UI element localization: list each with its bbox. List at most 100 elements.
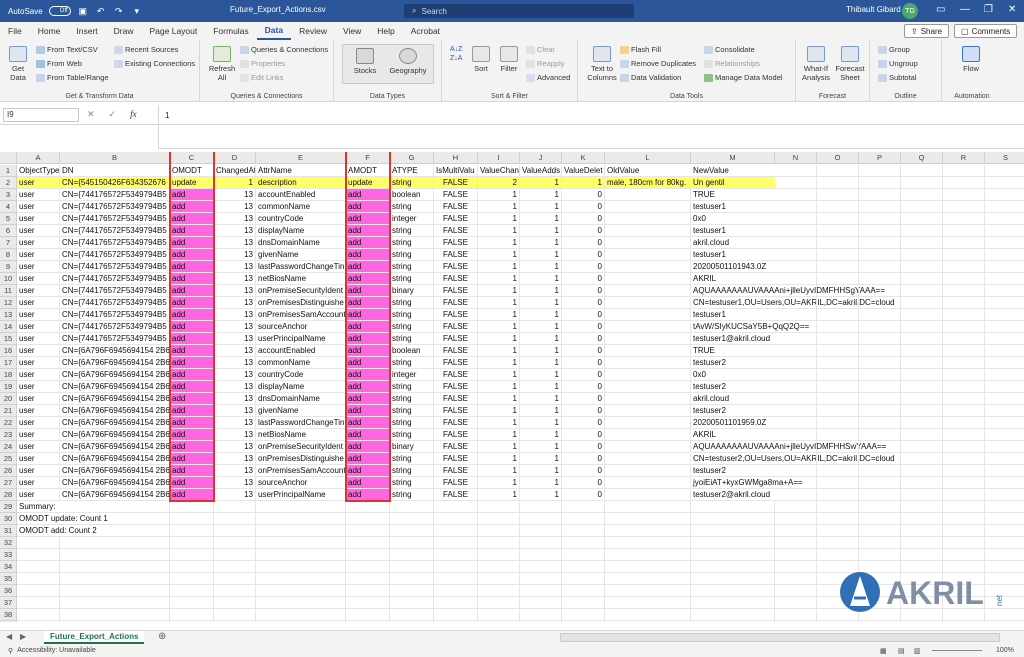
spreadsheet-grid[interactable]: A B C D E F G H I J K L M N O P Q R S 1 ObjectType DN OMODT Cha… bbox=[0, 152, 1024, 622]
grid-cell[interactable]: 0 bbox=[562, 189, 605, 201]
grid-cell[interactable]: 1 bbox=[478, 201, 520, 213]
grid-cell[interactable]: 0 bbox=[562, 249, 605, 261]
grid-cell[interactable]: 1 bbox=[478, 489, 520, 501]
grid-cell[interactable] bbox=[346, 549, 390, 561]
grid-cell[interactable]: NewValue bbox=[691, 165, 775, 177]
grid-cell[interactable]: 13 bbox=[214, 381, 256, 393]
grid-cell[interactable]: 1 bbox=[478, 309, 520, 321]
grid-cell[interactable] bbox=[17, 621, 60, 622]
add-sheet-icon[interactable]: ⊕ bbox=[158, 631, 166, 642]
grid-cell[interactable] bbox=[775, 321, 817, 333]
tab-help[interactable]: Help bbox=[369, 22, 402, 40]
row-header[interactable]: 11 bbox=[0, 285, 17, 297]
grid-cell[interactable] bbox=[775, 609, 817, 621]
grid-cell[interactable] bbox=[775, 441, 817, 453]
grid-cell[interactable] bbox=[817, 513, 859, 525]
grid-cell[interactable] bbox=[985, 525, 1024, 537]
grid-cell[interactable] bbox=[605, 525, 691, 537]
grid-cell[interactable]: 13 bbox=[214, 225, 256, 237]
grid-cell[interactable]: FALSE bbox=[434, 393, 478, 405]
grid-cell[interactable]: add bbox=[170, 477, 214, 489]
row-header[interactable]: 7 bbox=[0, 237, 17, 249]
grid-cell[interactable] bbox=[605, 273, 691, 285]
grid-cell[interactable]: add bbox=[346, 369, 390, 381]
grid-cell[interactable] bbox=[943, 297, 985, 309]
grid-cell[interactable]: add bbox=[346, 249, 390, 261]
subtotal-button[interactable]: Subtotal bbox=[878, 73, 917, 82]
grid-cell[interactable]: CN={6A796F6945694154 2B6 bbox=[60, 489, 170, 501]
column-header[interactable]: B bbox=[60, 152, 170, 164]
grid-cell[interactable]: 0 bbox=[562, 477, 605, 489]
grid-cell[interactable] bbox=[901, 213, 943, 225]
grid-cell[interactable] bbox=[605, 309, 691, 321]
grid-cell[interactable] bbox=[985, 369, 1024, 381]
grid-cell[interactable]: description bbox=[256, 177, 346, 189]
grid-cell[interactable]: testuser1 bbox=[691, 225, 775, 237]
grid-cell[interactable]: 1 bbox=[478, 393, 520, 405]
grid-cell[interactable]: CN={6A796F6945694154 2B6 bbox=[60, 477, 170, 489]
grid-cell[interactable] bbox=[985, 189, 1024, 201]
grid-cell[interactable] bbox=[256, 549, 346, 561]
name-box[interactable]: I9 bbox=[3, 107, 79, 122]
tab-file[interactable]: File bbox=[0, 22, 30, 40]
grid-cell[interactable] bbox=[214, 585, 256, 597]
grid-cell[interactable] bbox=[434, 621, 478, 622]
grid-cell[interactable]: add bbox=[170, 417, 214, 429]
grid-cell[interactable]: 1 bbox=[520, 453, 562, 465]
grid-cell[interactable] bbox=[985, 345, 1024, 357]
grid-cell[interactable] bbox=[985, 417, 1024, 429]
grid-cell[interactable] bbox=[901, 345, 943, 357]
grid-cell[interactable]: FALSE bbox=[434, 249, 478, 261]
grid-cell[interactable]: FALSE bbox=[434, 321, 478, 333]
grid-cell[interactable] bbox=[859, 537, 901, 549]
column-header[interactable]: A bbox=[17, 152, 60, 164]
grid-cell[interactable]: netBiosName bbox=[256, 273, 346, 285]
grid-cell[interactable] bbox=[817, 393, 859, 405]
grid-cell[interactable]: add bbox=[170, 369, 214, 381]
grid-cell[interactable] bbox=[985, 249, 1024, 261]
grid-cell[interactable] bbox=[605, 333, 691, 345]
tab-draw[interactable]: Draw bbox=[106, 22, 142, 40]
grid-cell[interactable] bbox=[346, 561, 390, 573]
prev-sheet-icon[interactable]: ◀ bbox=[6, 632, 12, 641]
grid-cell[interactable] bbox=[775, 297, 817, 309]
grid-cell[interactable] bbox=[901, 405, 943, 417]
grid-cell[interactable] bbox=[901, 549, 943, 561]
grid-cell[interactable] bbox=[985, 237, 1024, 249]
share-button[interactable]: ⇪ Share bbox=[904, 24, 950, 38]
column-header[interactable]: M bbox=[691, 152, 775, 164]
grid-cell[interactable] bbox=[434, 501, 478, 513]
grid-cell[interactable] bbox=[775, 285, 817, 297]
grid-cell[interactable] bbox=[605, 585, 691, 597]
grid-cell[interactable]: AKRIL bbox=[691, 429, 775, 441]
grid-cell[interactable] bbox=[170, 513, 214, 525]
row-header[interactable]: 18 bbox=[0, 369, 17, 381]
grid-cell[interactable] bbox=[214, 525, 256, 537]
grid-cell[interactable] bbox=[478, 561, 520, 573]
grid-cell[interactable] bbox=[985, 333, 1024, 345]
grid-cell[interactable]: string bbox=[390, 237, 434, 249]
grid-cell[interactable] bbox=[859, 273, 901, 285]
grid-cell[interactable]: 0 bbox=[562, 261, 605, 273]
grid-cell[interactable] bbox=[434, 597, 478, 609]
grid-cell[interactable] bbox=[691, 561, 775, 573]
grid-cell[interactable]: 1 bbox=[478, 441, 520, 453]
grid-cell[interactable]: boolean bbox=[390, 345, 434, 357]
grid-cell[interactable]: string bbox=[390, 381, 434, 393]
grid-cell[interactable] bbox=[775, 249, 817, 261]
grid-cell[interactable]: string bbox=[390, 417, 434, 429]
grid-cell[interactable] bbox=[943, 225, 985, 237]
grid-cell[interactable] bbox=[434, 525, 478, 537]
grid-cell[interactable]: add bbox=[170, 345, 214, 357]
grid-cell[interactable]: onPremisesSamAccount bbox=[256, 465, 346, 477]
undo-icon[interactable]: ↶ bbox=[95, 6, 107, 16]
grid-cell[interactable] bbox=[901, 249, 943, 261]
grid-cell[interactable] bbox=[605, 417, 691, 429]
grid-cell[interactable] bbox=[605, 381, 691, 393]
grid-cell[interactable]: testuser1 bbox=[691, 249, 775, 261]
grid-cell[interactable] bbox=[817, 213, 859, 225]
grid-cell[interactable]: 13 bbox=[214, 201, 256, 213]
grid-cell[interactable] bbox=[817, 333, 859, 345]
row-header[interactable]: 36 bbox=[0, 585, 17, 597]
grid-cell[interactable]: 0 bbox=[562, 345, 605, 357]
